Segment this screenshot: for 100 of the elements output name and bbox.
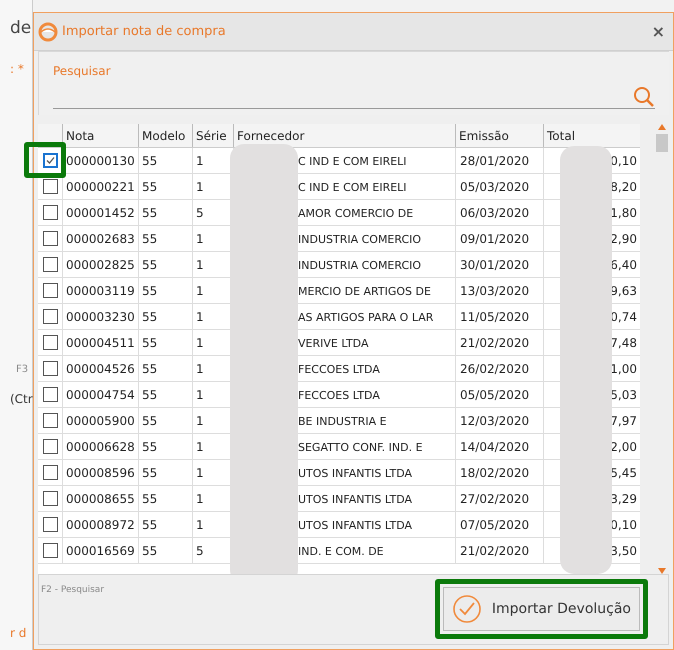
table-cell: 55 [138, 356, 192, 381]
table-cell: 55 [138, 382, 192, 407]
app-logo-icon [38, 22, 58, 42]
table-cell: 26/02/2020 [455, 356, 543, 381]
table-cell: 000004754 [62, 382, 138, 407]
row-checkbox[interactable] [42, 517, 58, 532]
column-header[interactable]: Emissão [455, 124, 543, 147]
table-cell: 11/05/2020 [455, 304, 543, 329]
table-cell: 55 [138, 278, 192, 303]
table-cell: 000016569 [62, 538, 138, 563]
table-cell-text: 2,00 [610, 439, 637, 456]
row-checkbox[interactable] [42, 283, 58, 298]
table-cell: 05/05/2020 [455, 382, 543, 407]
table-cell: 30/01/2020 [455, 252, 543, 277]
table-cell: FECCOES LTDA [298, 389, 380, 402]
table-cell: 55 [138, 148, 192, 173]
table-cell: 000004526 [62, 356, 138, 381]
background-text: de [10, 17, 32, 40]
table-cell-text: 2,90 [610, 231, 637, 248]
column-header[interactable]: Nota [62, 124, 138, 147]
background-text: F3 [16, 363, 28, 377]
row-checkbox[interactable] [42, 491, 58, 506]
table-cell: C IND E COM EIRELI [298, 181, 407, 194]
table-cell: BE INDUSTRIA E [298, 415, 387, 428]
table-cell: 000000130 [62, 148, 138, 173]
column-header[interactable]: Modelo [138, 124, 192, 147]
table-cell: VERIVE LTDA [298, 337, 368, 350]
row-checkbox[interactable] [42, 153, 58, 168]
table-cell: 09/01/2020 [455, 226, 543, 251]
table-cell: 21/02/2020 [455, 330, 543, 355]
table-cell-text: 7,97 [610, 413, 637, 430]
table-cell: 000008972 [62, 512, 138, 537]
table-cell: 000008596 [62, 460, 138, 485]
table-cell: SEGATTO CONF. IND. E [298, 441, 423, 454]
table-cell-text: 5,03 [610, 387, 637, 404]
search-icon[interactable] [633, 86, 655, 108]
table-cell-text: 1,80 [610, 205, 637, 222]
table-cell: 14/04/2020 [455, 434, 543, 459]
table-cell: 07/05/2020 [455, 512, 543, 537]
table-cell: 55 [138, 512, 192, 537]
row-checkbox[interactable] [42, 257, 58, 272]
table-cell-text: 5,45 [610, 465, 637, 482]
table-cell: 27/02/2020 [455, 486, 543, 511]
table-cell: 28/01/2020 [455, 148, 543, 173]
scrollbar-thumb[interactable] [656, 134, 668, 152]
table-cell: INDUSTRIA COMERCIO [298, 233, 422, 246]
search-field[interactable] [53, 85, 655, 109]
table-cell: 55 [138, 304, 192, 329]
column-header[interactable]: Série [192, 124, 233, 147]
table-cell: 55 [138, 330, 192, 355]
import-button[interactable]: Importar Devolução [442, 587, 640, 631]
table-cell: MERCIO DE ARTIGOS DE [298, 285, 431, 298]
table-cell: 55 [138, 486, 192, 511]
table-cell: UTOS INFANTIS LTDA [298, 493, 412, 506]
table-cell: 000005900 [62, 408, 138, 433]
row-checkbox[interactable] [42, 205, 58, 220]
search-label: Pesquisar [53, 63, 112, 80]
close-button[interactable]: × [648, 20, 669, 44]
checkmark-circle-icon [452, 594, 482, 624]
row-checkbox[interactable] [42, 335, 58, 350]
table-cell: 12/03/2020 [455, 408, 543, 433]
shortcut-hint: F2 - Pesquisar [41, 585, 104, 595]
table-cell: 000002683 [62, 226, 138, 251]
row-checkbox[interactable] [42, 231, 58, 246]
row-checkbox[interactable] [42, 309, 58, 324]
table-cell: 000008655 [62, 486, 138, 511]
row-checkbox[interactable] [42, 465, 58, 480]
table-cell: IND. E COM. DE [298, 545, 384, 558]
table-cell: 000003119 [62, 278, 138, 303]
background-text: r d [10, 625, 26, 642]
table-cell: 55 [138, 200, 192, 225]
table-cell: 55 [138, 226, 192, 251]
background-text: : * [10, 61, 24, 78]
row-checkbox[interactable] [42, 543, 58, 558]
table-cell: 55 [138, 538, 192, 563]
row-checkbox[interactable] [42, 179, 58, 194]
table-cell: 000006628 [62, 434, 138, 459]
table-cell: 000002825 [62, 252, 138, 277]
table-cell-text: 1,00 [610, 361, 637, 378]
table-cell: 000003230 [62, 304, 138, 329]
table-cell: INDUSTRIA COMERCIO [298, 259, 422, 272]
highlight-frame [24, 142, 66, 178]
table-cell: C IND E COM EIRELI [298, 155, 407, 168]
scroll-up-icon[interactable] [658, 124, 666, 130]
window-title: Importar nota de compra [62, 22, 227, 41]
row-checkbox[interactable] [42, 439, 58, 454]
row-checkbox[interactable] [42, 413, 58, 428]
table-cell: 06/03/2020 [455, 200, 543, 225]
table-cell: 000000221 [62, 174, 138, 199]
table-cell: AS ARTIGOS PARA O LAR [298, 311, 434, 324]
row-checkbox[interactable] [42, 387, 58, 402]
table-cell: 55 [138, 434, 192, 459]
row-checkbox[interactable] [42, 361, 58, 376]
table-cell: 13/03/2020 [455, 278, 543, 303]
table-cell: 000001452 [62, 200, 138, 225]
table-cell: UTOS INFANTIS LTDA [298, 519, 412, 532]
table-cell: AMOR COMERCIO DE [298, 207, 414, 220]
table-cell: 21/02/2020 [455, 538, 543, 563]
background-text: (Ctr [10, 391, 33, 408]
table-cell-text: 3,29 [610, 491, 637, 508]
